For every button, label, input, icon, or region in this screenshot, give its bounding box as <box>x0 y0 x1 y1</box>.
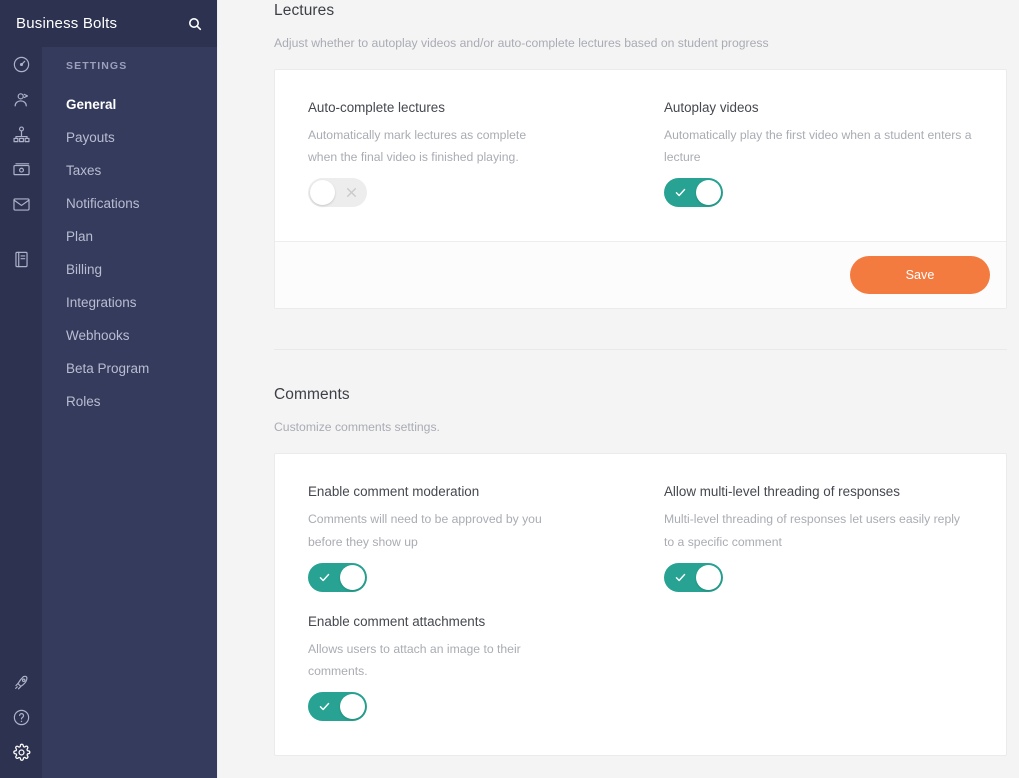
org-chart-icon[interactable] <box>0 117 42 152</box>
toggle-enable-comment-attachments[interactable] <box>308 692 367 722</box>
sidebar-item-taxes[interactable]: Taxes <box>42 154 217 187</box>
field-allow-multi-level-threading: Allow multi-level threading of responses… <box>664 484 973 592</box>
toggle-knob <box>340 564 365 590</box>
lectures-title: Lectures <box>274 2 335 19</box>
field-title: Enable comment moderation <box>308 484 480 500</box>
field-title: Allow multi-level threading of responses <box>664 484 900 500</box>
toggle-knob <box>310 180 335 206</box>
settings-sidebar: Business Bolts SETTINGS General Payouts … <box>0 0 217 778</box>
payments-icon[interactable] <box>0 152 42 187</box>
check-icon <box>665 563 695 592</box>
mail-icon[interactable] <box>0 187 42 222</box>
save-button[interactable]: Save <box>850 256 990 295</box>
field-title: Enable comment attachments <box>308 613 486 629</box>
comments-section-header: Comments Customize comments settings. <box>274 350 1007 434</box>
search-icon[interactable] <box>187 16 203 32</box>
gear-icon[interactable] <box>0 735 42 770</box>
lectures-fields-grid: Auto-complete lectures Automatically mar… <box>308 100 973 208</box>
content-container: Lectures Adjust whether to autoplay vide… <box>218 0 1019 757</box>
sidebar-item-billing[interactable]: Billing <box>42 253 217 286</box>
book-icon[interactable] <box>0 242 42 277</box>
comments-fields-grid: Enable comment moderation Comments will … <box>308 484 973 722</box>
sidebar-item-general[interactable]: General <box>42 88 217 121</box>
toggle-auto-complete-lectures[interactable] <box>308 178 367 208</box>
toggle-allow-multi-level-threading[interactable] <box>664 562 723 592</box>
field-title: Auto-complete lectures <box>308 100 445 115</box>
field-description: Multi-level threading of responses let u… <box>664 512 961 549</box>
lectures-subtitle: Adjust whether to autoplay videos and/or… <box>274 36 769 50</box>
toggle-autoplay-videos[interactable] <box>664 178 723 208</box>
sidebar-item-webhooks[interactable]: Webhooks <box>42 319 217 352</box>
field-description: Comments will need to be approved by you… <box>308 512 542 549</box>
rocket-icon[interactable] <box>0 665 42 700</box>
field-title: Autoplay videos <box>664 100 759 115</box>
lectures-card-footer: Save <box>275 241 1006 309</box>
brand-title: Business Bolts <box>16 15 118 32</box>
settings-nav-heading: SETTINGS <box>66 60 128 72</box>
field-autoplay-videos: Autoplay videos Automatically play the f… <box>664 100 973 208</box>
help-circle-icon[interactable] <box>0 700 42 735</box>
sidebar-item-plan[interactable]: Plan <box>42 220 217 253</box>
app-root: Business Bolts SETTINGS General Payouts … <box>0 0 1019 778</box>
toggle-knob <box>696 180 721 206</box>
comments-card: Enable comment moderation Comments will … <box>274 453 1007 757</box>
settings-nav-list: SETTINGS General Payouts Taxes Notificat… <box>42 0 217 418</box>
students-icon[interactable] <box>0 82 42 117</box>
close-icon <box>336 178 366 207</box>
sidebar-item-beta-program[interactable]: Beta Program <box>42 352 217 385</box>
brand-bar: Business Bolts <box>0 0 217 47</box>
main-content: Lectures Adjust whether to autoplay vide… <box>217 0 1019 778</box>
comments-subtitle: Customize comments settings. <box>274 420 440 435</box>
toggle-knob <box>340 694 365 720</box>
check-icon <box>309 692 339 721</box>
toggle-knob <box>696 564 721 590</box>
lectures-section-header: Lectures Adjust whether to autoplay vide… <box>274 0 1007 50</box>
icon-rail-top-group <box>0 47 42 277</box>
field-description: Automatically mark lectures as complete … <box>308 128 527 165</box>
comments-title: Comments <box>274 386 350 404</box>
field-description: Allows users to attach an image to their… <box>308 641 521 679</box>
lectures-card: Auto-complete lectures Automatically mar… <box>274 69 1007 310</box>
field-enable-comment-moderation: Enable comment moderation Comments will … <box>308 484 549 592</box>
field-auto-complete-lectures: Auto-complete lectures Automatically mar… <box>308 100 549 208</box>
icon-rail <box>0 0 42 778</box>
icon-rail-bottom-group <box>0 665 42 770</box>
sidebar-item-integrations[interactable]: Integrations <box>42 286 217 319</box>
toggle-enable-comment-moderation[interactable] <box>308 562 367 592</box>
sidebar-item-notifications[interactable]: Notifications <box>42 187 217 220</box>
check-icon <box>309 563 339 592</box>
sidebar-item-payouts[interactable]: Payouts <box>42 121 217 154</box>
lectures-card-body: Auto-complete lectures Automatically mar… <box>275 70 1006 241</box>
dashboard-gauge-icon[interactable] <box>0 47 42 82</box>
field-enable-comment-attachments: Enable comment attachments Allows users … <box>308 613 549 722</box>
comments-card-body: Enable comment moderation Comments will … <box>275 454 1006 755</box>
field-description: Automatically play the first video when … <box>664 128 972 165</box>
sidebar-item-roles[interactable]: Roles <box>42 385 217 418</box>
check-icon <box>665 178 695 207</box>
